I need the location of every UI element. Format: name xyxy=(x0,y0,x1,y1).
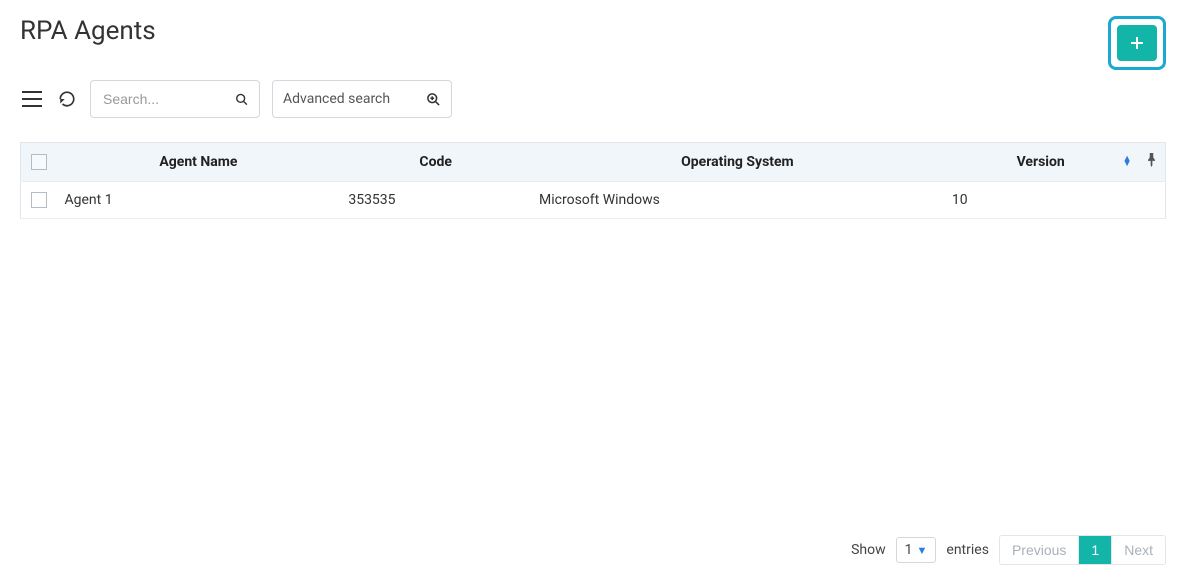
advanced-search-label: Advanced search xyxy=(283,91,390,107)
column-header-pin[interactable] xyxy=(1138,143,1166,182)
cell-pin xyxy=(1138,182,1166,219)
column-header-code[interactable]: Code xyxy=(340,143,531,182)
page-title: RPA Agents xyxy=(20,16,156,46)
column-header-version-label: Version xyxy=(1017,154,1065,170)
cell-version: 10 xyxy=(944,182,1138,219)
hamburger-icon xyxy=(22,91,42,107)
chevron-down-icon: ▼ xyxy=(917,544,928,557)
search-icon xyxy=(235,92,249,107)
zoom-plus-icon xyxy=(426,92,441,107)
advanced-search-box[interactable]: Advanced search xyxy=(272,80,452,118)
agents-table: Agent Name Code Operating System Version… xyxy=(20,142,1166,219)
table-footer: Show 1 ▼ entries Previous 1 Next xyxy=(851,535,1166,565)
entries-label: entries xyxy=(946,542,989,558)
column-header-version[interactable]: Version ▲▼ xyxy=(944,143,1138,182)
plus-icon xyxy=(1130,36,1144,50)
add-button[interactable] xyxy=(1117,25,1157,61)
cell-name: Agent 1 xyxy=(57,182,341,219)
menu-button[interactable] xyxy=(20,89,44,109)
sort-icon: ▲▼ xyxy=(1123,157,1132,167)
show-label: Show xyxy=(851,542,886,558)
prev-page-button[interactable]: Previous xyxy=(1000,536,1078,564)
next-page-button[interactable]: Next xyxy=(1111,536,1165,564)
search-box[interactable] xyxy=(90,80,260,118)
select-all-checkbox[interactable] xyxy=(31,154,47,170)
page-size-value: 1 xyxy=(905,542,913,558)
pin-icon xyxy=(1146,153,1157,167)
header-checkbox-cell xyxy=(21,143,57,182)
refresh-icon xyxy=(58,90,76,108)
table-row[interactable]: Agent 1 353535 Microsoft Windows 10 xyxy=(21,182,1166,219)
column-header-name[interactable]: Agent Name xyxy=(57,143,341,182)
row-checkbox[interactable] xyxy=(31,192,47,208)
cell-os: Microsoft Windows xyxy=(531,182,944,219)
column-header-os[interactable]: Operating System xyxy=(531,143,944,182)
pagination: Previous 1 Next xyxy=(999,535,1166,565)
refresh-button[interactable] xyxy=(56,88,78,110)
search-input[interactable] xyxy=(101,90,235,108)
page-1-button[interactable]: 1 xyxy=(1078,536,1111,564)
cell-code: 353535 xyxy=(340,182,531,219)
page-size-select[interactable]: 1 ▼ xyxy=(896,537,937,563)
add-button-highlight xyxy=(1108,16,1166,70)
